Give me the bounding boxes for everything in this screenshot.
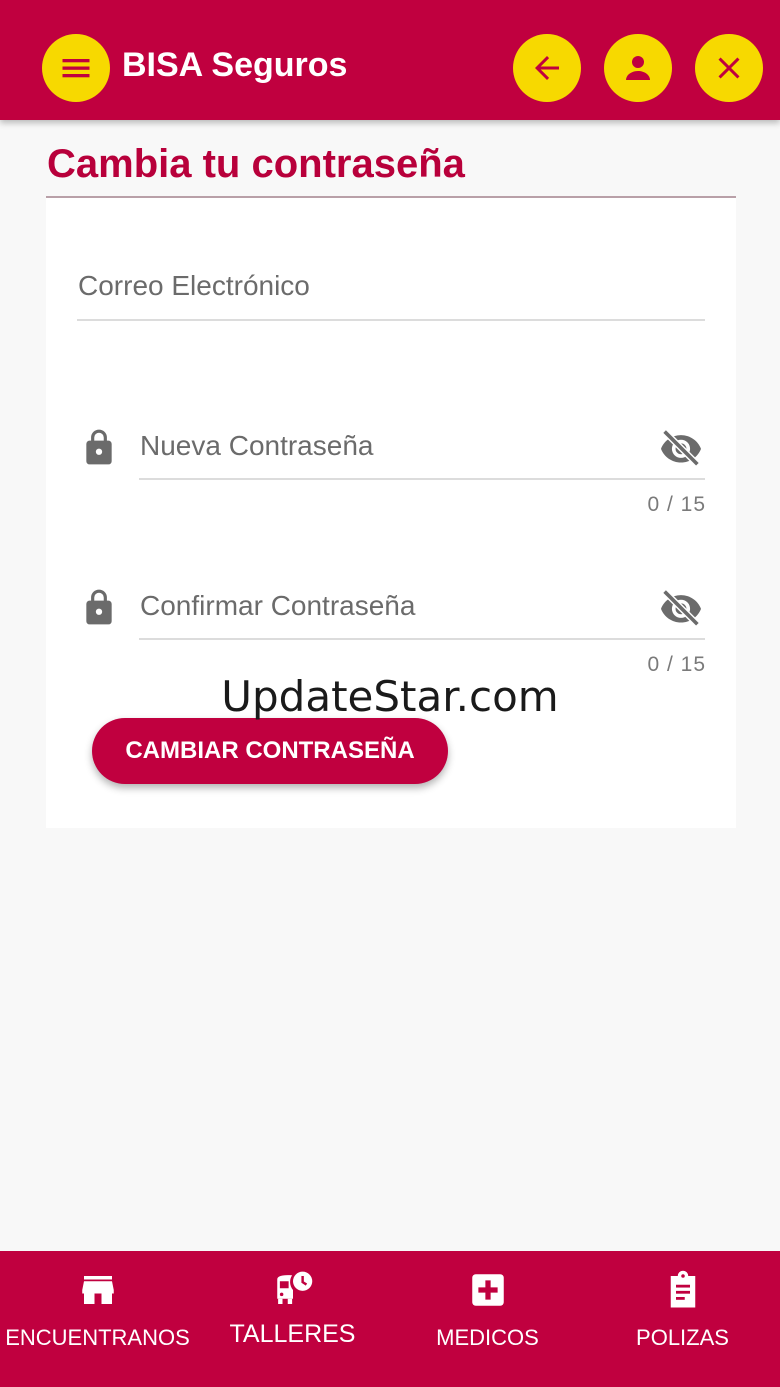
app-title: BISA Seguros	[122, 46, 348, 84]
page-title: Cambia tu contraseña	[47, 142, 465, 186]
close-icon	[718, 57, 740, 79]
medical-cross-icon	[471, 1274, 504, 1306]
nav-label: TALLERES	[229, 1320, 356, 1348]
app-root: BISA Seguros Cambia tu contraseña Correo…	[0, 0, 780, 1387]
profile-button[interactable]	[604, 34, 672, 102]
email-field[interactable]: Correo Electrónico	[78, 268, 310, 304]
nav-label: POLIZAS	[636, 1325, 729, 1350]
close-button[interactable]	[695, 34, 763, 102]
clipboard-icon	[670, 1270, 695, 1308]
app-header: BISA Seguros	[0, 0, 780, 120]
nav-label: ENCUENTRANOS	[5, 1325, 190, 1350]
bottom-navigation: ENCUENTRANOS TALLERES MEDICOS POLIZAS	[0, 1251, 780, 1387]
bus-clock-icon	[276, 1271, 312, 1304]
confirm-password-input[interactable]: Confirmar Contraseña	[140, 588, 415, 624]
email-underline	[77, 319, 705, 321]
nav-item-encuentranos[interactable]: ENCUENTRANOS	[0, 1251, 195, 1387]
lock-icon	[86, 429, 112, 465]
store-icon	[81, 1276, 114, 1304]
watermark: UpdateStar.com	[221, 672, 559, 721]
nav-item-talleres[interactable]: TALLERES	[195, 1251, 390, 1387]
new-password-underline	[139, 478, 705, 480]
menu-button[interactable]	[42, 34, 110, 102]
lock-icon	[86, 589, 112, 625]
back-button[interactable]	[513, 34, 581, 102]
confirm-password-underline	[139, 638, 705, 640]
nav-item-polizas[interactable]: POLIZAS	[585, 1251, 780, 1387]
nav-label: MEDICOS	[436, 1325, 539, 1350]
menu-icon	[62, 59, 90, 78]
new-password-input[interactable]: Nueva Contraseña	[140, 428, 373, 464]
change-password-button[interactable]: CAMBIAR CONTRASEÑA	[92, 718, 448, 784]
new-password-counter: 0 / 15	[647, 493, 706, 516]
nav-item-medicos[interactable]: MEDICOS	[390, 1251, 585, 1387]
user-icon	[626, 56, 650, 80]
eye-off-icon[interactable]	[658, 587, 704, 627]
eye-off-icon[interactable]	[658, 427, 704, 467]
arrow-left-icon	[535, 56, 559, 80]
